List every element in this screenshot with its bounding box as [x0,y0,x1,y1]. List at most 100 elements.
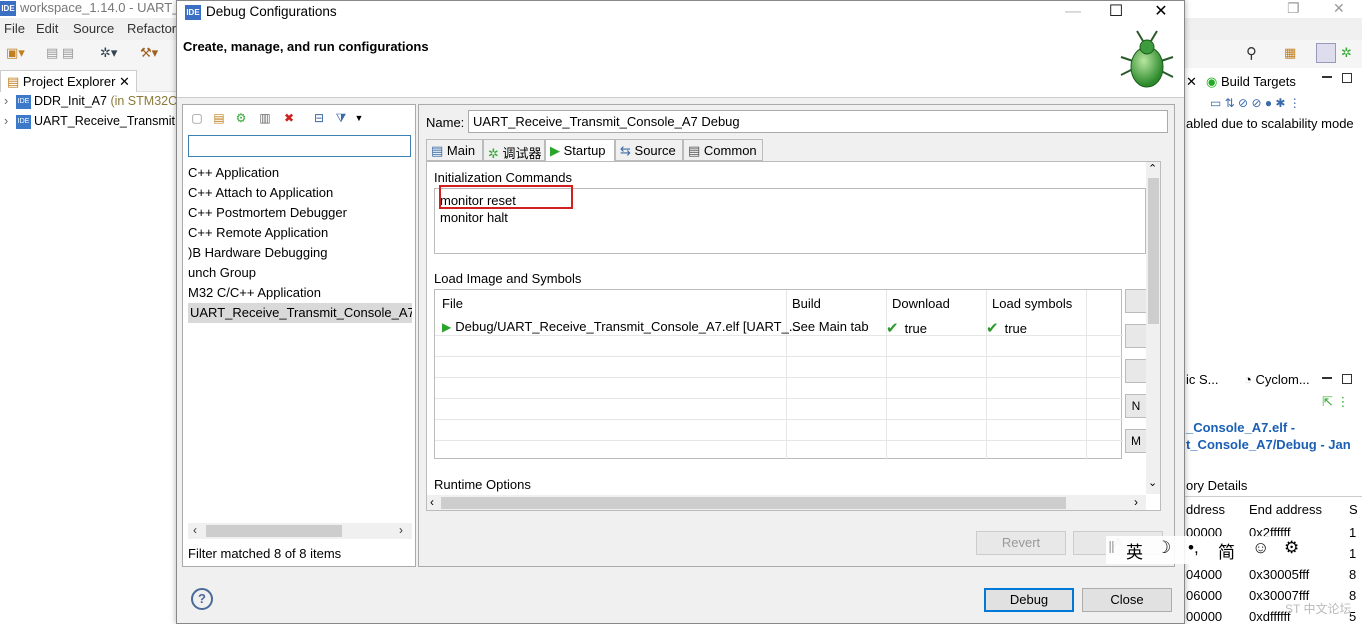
name-field[interactable] [468,110,1168,133]
tree-item-project[interactable]: › IDE DDR_Init_A7 (in STM32C [4,94,177,114]
chevron-down-icon[interactable]: ▼ [351,110,367,126]
tab-cyclomatic[interactable]: ◔ Cyclom... [1244,372,1310,387]
init-commands-textarea[interactable]: monitor reset monitor halt [434,185,1146,254]
tab-static-stack[interactable]: ic S... [1186,372,1219,387]
minimize-icon[interactable] [1322,376,1332,379]
load-image-table: File Build Download Load symbols ▶ Debug/… [434,289,1123,460]
menu-source[interactable]: Source [73,21,114,36]
save-icon[interactable]: ▤ ▤ [46,45,74,61]
scroll-down-icon[interactable]: ⌄ [1148,476,1157,489]
tab-main[interactable]: ▤ Main [426,139,483,161]
startup-horizontal-scrollbar[interactable]: ‹ › [427,495,1146,510]
build-icon[interactable]: ⚒▾ [140,45,158,61]
scrollbar-thumb[interactable] [206,525,342,537]
collapse-all-icon[interactable]: ⊟ [311,110,327,126]
maximize-icon[interactable] [1342,73,1352,83]
minimize-icon[interactable]: — [1053,2,1093,24]
config-type-item[interactable]: )B Hardware Debugging [188,243,412,263]
col-load-symbols: Load symbols [992,296,1073,311]
debug-folder-link[interactable]: t_Console_A7/Debug - Jan [1186,437,1351,452]
menu-refactor[interactable]: Refactor [127,21,176,36]
chevron-right-icon[interactable]: › [4,114,16,128]
menu-edit[interactable]: Edit [36,21,58,36]
move-down-image-button[interactable]: M [1125,429,1147,453]
scrollbar-thumb[interactable] [1148,178,1159,324]
scroll-left-icon[interactable]: ‹ [430,495,434,509]
view-toolbar-icons[interactable]: ▭ ⇅ ⊘ ⊘ ● ✱ ⋮ [1210,96,1301,110]
bug-icon [1120,30,1174,88]
ide-app-icon: IDE [0,1,16,16]
tab-memory-details[interactable]: ory Details [1186,478,1247,493]
remove-image-button[interactable] [1125,359,1147,383]
config-list-scrollbar[interactable]: ‹ › [188,523,412,539]
close-icon[interactable]: ✕ [1333,0,1345,17]
duplicate-icon[interactable]: ▥ [257,110,273,126]
ime-simplified-toggle[interactable]: 简 [1218,538,1235,563]
tab-project-explorer[interactable]: ▤ Project Explorer ✕ [0,70,137,92]
ime-language-toggle[interactable]: 英 [1126,538,1143,563]
debug-toolbar-icon[interactable]: ✲▾ [100,45,117,61]
cpp-perspective-icon[interactable] [1316,43,1336,63]
perspective-icon[interactable]: ▦ [1284,45,1296,61]
chevron-right-icon[interactable]: › [4,94,16,108]
delete-icon[interactable]: ✖ [281,110,297,126]
config-type-item[interactable]: unch Group [188,263,412,283]
selected-config-item[interactable]: UART_Receive_Transmit_Console_A7 D [188,303,412,323]
cyclomatic-icon: ◔ [1244,372,1252,387]
watermark: ST 中文论坛 [1285,602,1352,616]
search-icon[interactable]: ⚲ [1246,44,1257,62]
ime-toolbar: ‖ 英 ☽ •, 简 ☺ ⚙ [1106,536,1311,564]
startup-vertical-scrollbar[interactable]: ⌃ ⌄ [1146,162,1160,494]
maximize-icon[interactable] [1342,374,1352,384]
filter-input[interactable] [188,135,411,157]
new-icon[interactable]: ▣▾ [6,45,25,61]
project-icon: IDE [16,114,31,129]
close-icon[interactable]: ✕ [1186,74,1197,96]
scrollbar-thumb[interactable] [441,497,1066,509]
config-type-item[interactable]: C++ Remote Application [188,223,412,243]
add-image-button[interactable] [1125,289,1147,313]
export-icon[interactable]: ⚙ [233,110,249,126]
tab-startup[interactable]: ▶ Startup [545,139,615,162]
move-image-button[interactable]: N [1125,394,1147,418]
minimize-icon[interactable] [1322,75,1332,78]
config-type-item[interactable]: M32 C/C++ Application [188,283,412,303]
debug-perspective-icon[interactable]: ✲ [1341,45,1352,61]
mem-start: 04000 [1186,567,1223,582]
tab-build-targets[interactable]: ◉ Build Targets [1206,74,1296,96]
config-type-item[interactable]: C++ Application [188,163,412,183]
help-icon[interactable]: ? [191,588,213,610]
edit-image-button[interactable] [1125,324,1147,348]
close-icon[interactable]: ✕ [119,74,130,89]
close-icon[interactable]: ✕ [1141,2,1181,24]
restore-icon[interactable]: ❐ [1287,0,1300,17]
elf-link[interactable]: _Console_A7.elf - [1186,420,1295,435]
new-prototype-icon[interactable]: ▤ [211,110,227,126]
maximize-icon[interactable]: ☐ [1096,2,1136,24]
scroll-left-icon[interactable]: ‹ [193,523,197,537]
tree-item-project[interactable]: › IDE UART_Receive_Transmit [4,114,175,134]
debug-button[interactable]: Debug [984,588,1074,612]
ime-handle[interactable]: ‖ [1108,538,1115,558]
emoji-icon[interactable]: ☺ [1252,538,1269,558]
tab-source[interactable]: ⇆ Source [615,139,683,161]
scroll-right-icon[interactable]: › [1134,495,1138,509]
scroll-up-icon[interactable]: ⌃ [1148,162,1157,175]
configuration-list-pane: ▢ ▤ ⚙ ▥ ✖ ⊟ ⧩ ▼ C++ Application C++ Atta… [182,104,416,567]
close-button[interactable]: Close [1082,588,1172,612]
filter-icon[interactable]: ⧩ [333,110,349,126]
scroll-right-icon[interactable]: › [399,523,403,537]
tab-common[interactable]: ▤ Common [683,139,763,161]
menu-file[interactable]: File [4,21,25,36]
revert-button[interactable]: Revert [976,531,1066,555]
mem-size: 1 [1349,525,1357,540]
tab-debugger[interactable]: ✲ 调试器 [483,139,545,161]
new-config-icon[interactable]: ▢ [189,110,205,126]
gear-icon[interactable]: ⚙ [1284,538,1299,558]
config-type-item[interactable]: C++ Attach to Application [188,183,412,203]
config-type-item[interactable]: C++ Postmortem Debugger [188,203,412,223]
moon-icon[interactable]: ☽ [1156,538,1171,558]
debugger-icon: ✲ [488,146,499,161]
punctuation-toggle[interactable]: •, [1188,538,1199,558]
refresh-icon[interactable]: ⇱ ⋮ [1322,394,1350,410]
